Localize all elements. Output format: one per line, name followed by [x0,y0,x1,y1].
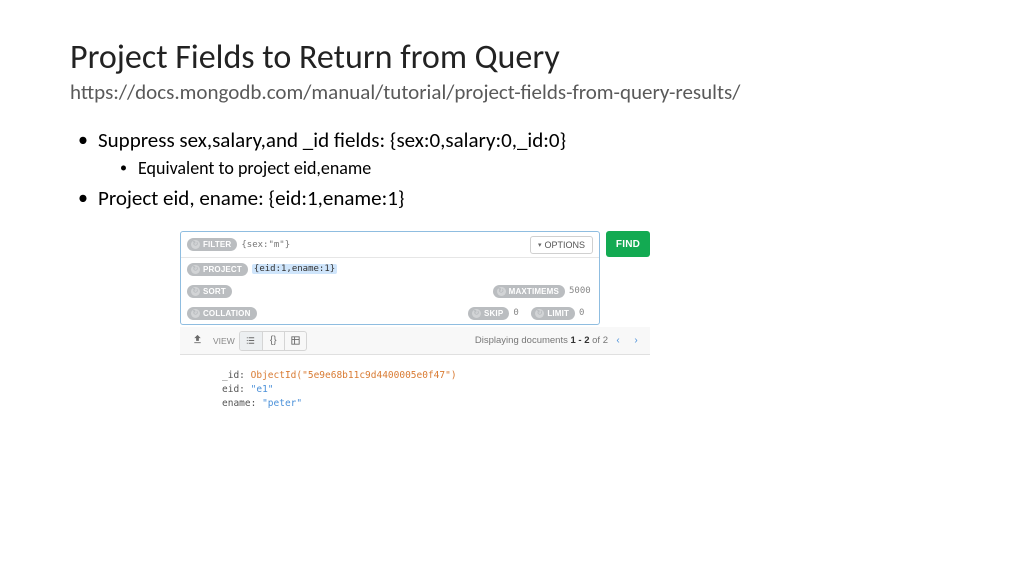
project-row: ↻ PROJECT {eid:1,ename:1} [181,258,599,280]
limit-pill[interactable]: ↻ LIMIT [531,307,575,320]
bullet-1-sub: • Equivalent to project eid,ename [120,157,964,179]
reset-icon[interactable]: ↻ [472,309,481,318]
prev-page-button[interactable]: ‹ [610,333,626,349]
result-document: _id: ObjectId("5e9e68b11c9d4400005e0f47"… [180,369,650,410]
bullet-2-text: Project eid, ename: {eid:1,ename:1} [98,185,405,211]
doc-field-ename: ename: "peter" [222,397,650,411]
query-builder: ↻ FILTER {sex:"m"} ▾ OPTIONS ↻ PROJECT {… [180,231,600,325]
reset-icon[interactable]: ↻ [191,265,200,274]
bullet-1-text: Suppress sex,salary,and _id fields: {sex… [98,127,566,153]
sort-pill[interactable]: ↻ SORT [187,285,232,298]
view-table-icon[interactable] [284,332,306,350]
bullet-list: • Suppress sex,salary,and _id fields: {s… [70,127,964,211]
next-page-button[interactable]: › [628,333,644,349]
view-label: VIEW [209,336,239,346]
options-toggle[interactable]: ▾ OPTIONS [530,236,593,254]
view-json-icon[interactable]: {} [262,332,284,350]
results-toolbar: VIEW {} Displaying documents 1 - 2 of 2 … [180,327,650,355]
doc-field-id: _id: ObjectId("5e9e68b11c9d4400005e0f47"… [222,369,650,383]
insert-document-icon[interactable] [186,334,209,348]
doc-field-eid: eid: "e1" [222,383,650,397]
project-pill[interactable]: ↻ PROJECT [187,263,248,276]
sort-row: ↻ SORT ↻ MAXTIMEMS 5000 [181,280,599,302]
reset-icon[interactable]: ↻ [497,287,506,296]
bullet-2: • Project eid, ename: {eid:1,ename:1} [78,185,964,211]
slide-title: Project Fields to Return from Query [70,38,964,77]
caret-down-icon: ▾ [538,241,542,249]
bullet-dot: • [78,127,98,153]
bullet-dot: • [78,185,98,211]
limit-input[interactable]: 0 [579,308,593,318]
maxtimems-pill[interactable]: ↻ MAXTIMEMS [493,285,565,298]
filter-label: FILTER [203,240,231,249]
reset-icon[interactable]: ↻ [191,287,200,296]
collation-pill[interactable]: ↻ COLLATION [187,307,257,320]
collation-row: ↻ COLLATION ↻ SKIP 0 ↻ LIMIT 0 [181,302,599,324]
collation-label: COLLATION [203,309,251,318]
reset-icon[interactable]: ↻ [191,309,200,318]
view-mode-buttons: {} [239,331,307,351]
limit-label: LIMIT [547,309,569,318]
mongodb-compass-panel: ↻ FILTER {sex:"m"} ▾ OPTIONS ↻ PROJECT {… [180,231,650,410]
filter-row: ↻ FILTER {sex:"m"} ▾ OPTIONS [181,232,599,258]
filter-input[interactable]: {sex:"m"} [241,240,526,250]
sort-label: SORT [203,287,226,296]
maxtimems-input[interactable]: 5000 [569,286,593,296]
skip-pill[interactable]: ↻ SKIP [468,307,509,320]
view-list-icon[interactable] [240,332,262,350]
options-label: OPTIONS [544,240,585,250]
bullet-1: • Suppress sex,salary,and _id fields: {s… [78,127,964,153]
project-label: PROJECT [203,265,242,274]
display-count: Displaying documents 1 - 2 of 2 [475,335,608,346]
reset-icon[interactable]: ↻ [191,240,200,249]
bullet-1-sub-text: Equivalent to project eid,ename [138,157,371,179]
skip-label: SKIP [484,309,503,318]
maxtimems-label: MAXTIMEMS [509,287,559,296]
project-input[interactable]: {eid:1,ename:1} [252,264,337,274]
filter-pill[interactable]: ↻ FILTER [187,238,237,251]
reset-icon[interactable]: ↻ [535,309,544,318]
bullet-dot: • [120,157,138,179]
slide-subtitle-url: https://docs.mongodb.com/manual/tutorial… [70,79,964,105]
skip-input[interactable]: 0 [513,308,527,318]
find-button[interactable]: FIND [606,231,650,257]
